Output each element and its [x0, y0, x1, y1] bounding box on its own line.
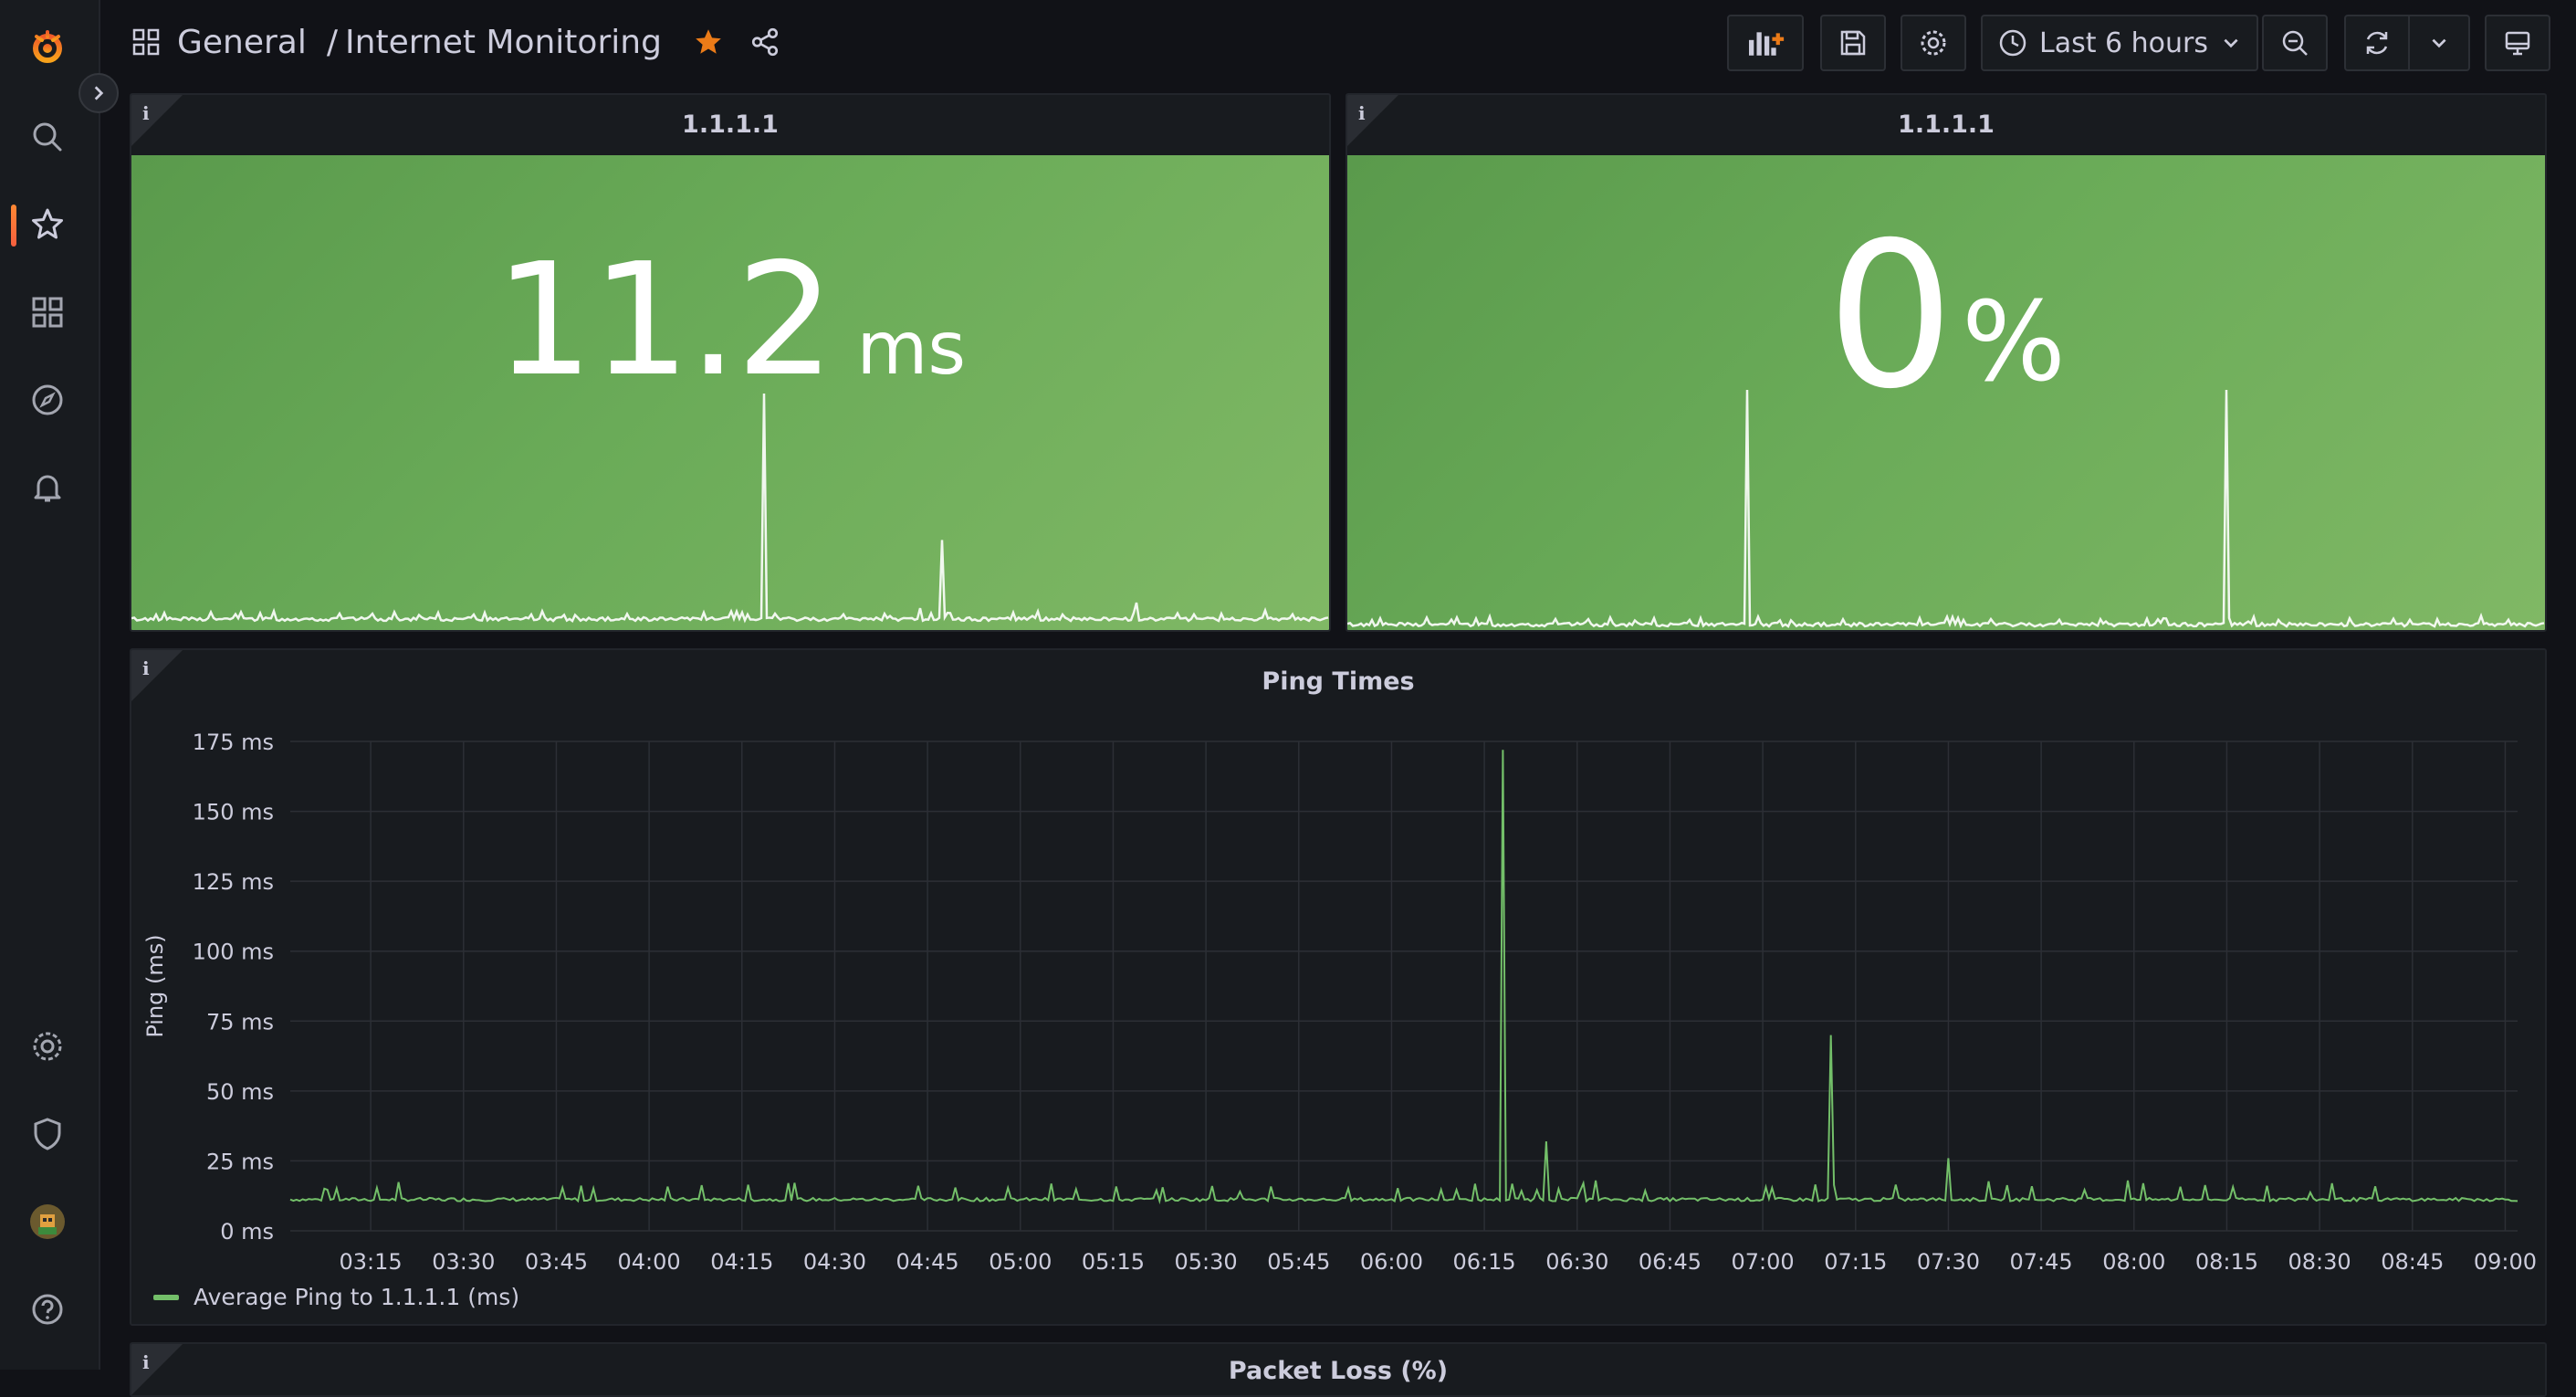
search-icon[interactable]: [24, 113, 71, 161]
folder-link[interactable]: General: [177, 24, 307, 61]
x-tick-label: 04:30: [803, 1249, 866, 1275]
x-tick-label: 08:30: [2288, 1249, 2351, 1275]
gear-icon: [1921, 30, 1946, 56]
x-tick-label: 04:00: [618, 1249, 681, 1275]
time-range-label: Last 6 hours: [2039, 26, 2208, 59]
alerting-icon[interactable]: [24, 464, 71, 511]
chevron-down-icon: [2224, 38, 2238, 48]
y-tick-label: 100 ms: [193, 940, 274, 965]
y-tick-label: 150 ms: [193, 800, 274, 825]
x-tick-label: 06:00: [1360, 1249, 1423, 1275]
series-line: [289, 750, 2518, 1205]
user-avatar[interactable]: [24, 1198, 71, 1245]
sidebar-expand-button[interactable]: [79, 73, 119, 113]
x-tick-label: 05:00: [989, 1249, 1052, 1275]
x-tick-label: 07:30: [1917, 1249, 1980, 1275]
y-tick-label: 175 ms: [193, 730, 274, 755]
tv-mode-button[interactable]: [2485, 15, 2550, 71]
zoom-out-icon: [2282, 30, 2308, 56]
stat-value-group: 11.2 ms: [131, 155, 1329, 630]
x-tick-label: 03:15: [340, 1249, 403, 1275]
add-panel-icon: [1749, 32, 1785, 56]
time-picker-button[interactable]: Last 6 hours: [1981, 15, 2258, 71]
ping-times-panel: i Ping Times 0 ms 25 ms 50 ms 75 ms 100 ms 12…: [130, 648, 2547, 1326]
packet-loss-stat-panel: i 1.1.1.1 0 %: [1346, 93, 2547, 632]
x-tick-label: 09:00: [2474, 1249, 2537, 1275]
y-tick-label: 50 ms: [206, 1079, 274, 1105]
stat-unit: %: [1961, 279, 2066, 406]
share-icon[interactable]: [749, 26, 780, 58]
x-tick-label: 03:30: [432, 1249, 495, 1275]
packet-loss-panel: i Packet Loss (%): [130, 1342, 2547, 1397]
x-tick-label: 07:15: [1824, 1249, 1887, 1275]
dashboard-grid-icon: [132, 28, 160, 56]
help-icon[interactable]: [24, 1286, 71, 1333]
x-tick-label: 06:30: [1545, 1249, 1608, 1275]
clock-icon: [1999, 29, 2026, 57]
save-dashboard-button[interactable]: [1820, 15, 1886, 71]
grafana-logo-icon[interactable]: [24, 24, 71, 71]
dashboards-icon[interactable]: [24, 289, 71, 336]
server-admin-shield-icon[interactable]: [24, 1110, 71, 1158]
refresh-button[interactable]: [2344, 15, 2410, 71]
x-tick-label: 07:00: [1732, 1249, 1795, 1275]
y-tick-label: 0 ms: [220, 1219, 274, 1245]
x-tick-label: 05:15: [1082, 1249, 1145, 1275]
breadcrumb-separator: /: [326, 23, 339, 61]
ping-times-chart[interactable]: 0 ms 25 ms 50 ms 75 ms 100 ms 125 ms 150 ms 175…: [131, 650, 2545, 1326]
stat-value: 0: [1826, 199, 1954, 433]
x-tick-label: 03:45: [525, 1249, 588, 1275]
active-nav-indicator: [11, 205, 16, 247]
refresh-interval-dropdown[interactable]: [2408, 15, 2470, 71]
x-tick-label: 08:15: [2195, 1249, 2258, 1275]
save-icon: [1840, 30, 1866, 56]
add-panel-button[interactable]: [1727, 15, 1804, 71]
explore-icon[interactable]: [24, 376, 71, 424]
dashboard-title[interactable]: Internet Monitoring: [345, 24, 662, 61]
starred-icon[interactable]: [24, 201, 71, 248]
x-tick-label: 08:45: [2381, 1249, 2444, 1275]
stat-body[interactable]: 11.2 ms: [131, 155, 1329, 630]
stat-body[interactable]: 0 %: [1347, 155, 2545, 630]
star-icon[interactable]: [693, 26, 724, 58]
legend-swatch: [153, 1294, 179, 1300]
x-tick-label: 04:45: [896, 1249, 959, 1275]
panel-title: 1.1.1.1: [1898, 110, 1995, 139]
monitor-icon: [2505, 31, 2530, 56]
x-tick-label: 05:45: [1267, 1249, 1330, 1275]
x-tick-label: 06:45: [1639, 1249, 1702, 1275]
y-tick-label: 75 ms: [206, 1009, 274, 1035]
y-tick-label: 25 ms: [206, 1149, 274, 1174]
stat-value: 11.2: [494, 230, 835, 411]
y-axis-label: Ping (ms): [142, 934, 168, 1037]
chevron-down-icon: [2432, 38, 2446, 48]
refresh-icon: [2366, 31, 2388, 55]
dashboard-settings-button[interactable]: [1901, 15, 1966, 71]
x-tick-label: 05:30: [1175, 1249, 1238, 1275]
x-tick-label: 07:45: [2010, 1249, 2073, 1275]
zoom-out-button[interactable]: [2262, 15, 2328, 71]
panel-title: Packet Loss (%): [1228, 1357, 1449, 1385]
chart-legend[interactable]: Average Ping to 1.1.1.1 (ms): [153, 1284, 519, 1310]
dashboard-navbar: General / Internet Monitoring Last 6 hou…: [99, 0, 2576, 88]
x-tick-label: 04:15: [710, 1249, 773, 1275]
sidebar: [0, 0, 119, 1370]
breadcrumb: General / Internet Monitoring: [131, 16, 780, 68]
x-tick-label: 08:00: [2102, 1249, 2165, 1275]
y-tick-label: 125 ms: [193, 869, 274, 895]
x-tick-label: 06:15: [1453, 1249, 1516, 1275]
legend-label: Average Ping to 1.1.1.1 (ms): [194, 1284, 520, 1310]
ping-stat-panel: i 1.1.1.1 11.2 ms: [130, 93, 1331, 632]
stat-unit: ms: [856, 306, 967, 391]
panel-title: 1.1.1.1: [682, 110, 779, 139]
configuration-icon[interactable]: [24, 1023, 71, 1070]
stat-value-group: 0 %: [1347, 155, 2545, 630]
